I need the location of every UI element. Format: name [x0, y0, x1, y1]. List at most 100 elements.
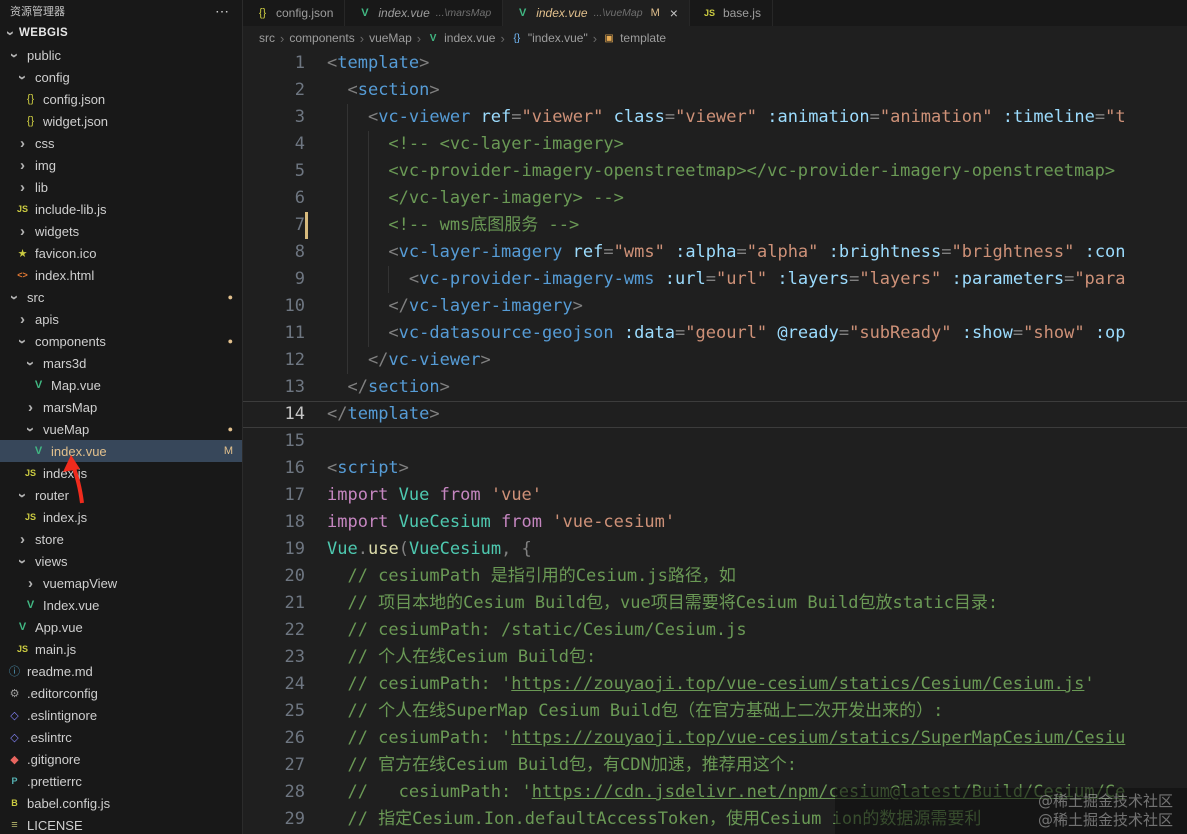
- tree-item-src[interactable]: › src ●: [0, 286, 242, 308]
- explorer-sidebar: 资源管理器 ⋯ › WEBGIS › public › config{} config.…: [0, 0, 243, 834]
- code-line-13[interactable]: 13 </section>: [243, 374, 1187, 401]
- line-content: </template>: [327, 404, 440, 424]
- tree-item-lib[interactable]: › lib: [0, 176, 242, 198]
- tree-item-marsmap[interactable]: › marsMap: [0, 396, 242, 418]
- code-line-8[interactable]: 8 <vc-layer-imagery ref="wms" :alpha="al…: [243, 239, 1187, 266]
- file-label: favicon.ico: [35, 245, 97, 261]
- gutter-spacer: [305, 77, 327, 104]
- chevron-right-icon: ›: [20, 156, 25, 174]
- vue-icon: V: [34, 379, 43, 391]
- tree-item-store[interactable]: › store: [0, 528, 242, 550]
- code-line-14[interactable]: 14 </template>: [243, 401, 1187, 428]
- tree-item-babel-config-js[interactable]: Bbabel.config.js: [0, 792, 242, 814]
- code-line-16[interactable]: 16 <script>: [243, 455, 1187, 482]
- vue-icon: V: [26, 599, 35, 611]
- tree-item-vuemapview[interactable]: › vuemapView: [0, 572, 242, 594]
- tree-item-widget-json[interactable]: {} widget.json: [0, 110, 242, 132]
- code-line-29[interactable]: 29 // 指定Cesium.Ion.defaultAccessToken，使用…: [243, 806, 1187, 833]
- breadcrumb-label: template: [620, 31, 667, 45]
- vue-icon: V: [18, 621, 27, 633]
- tree-item-router[interactable]: › router: [0, 484, 242, 506]
- tree-item-config[interactable]: › config: [0, 66, 242, 88]
- code-line-15[interactable]: 15: [243, 428, 1187, 455]
- tree-item-vuemap[interactable]: › vueMap ●: [0, 418, 242, 440]
- breadcrumb-item-components[interactable]: components: [289, 31, 354, 45]
- tab-base-js[interactable]: JS base.js: [689, 0, 773, 26]
- breadcrumb-item-template[interactable]: ▣ template: [602, 31, 666, 45]
- tree-item-main-js[interactable]: JS main.js: [0, 638, 242, 660]
- code-line-20[interactable]: 20 // cesiumPath 是指引用的Cesium.js路径，如: [243, 563, 1187, 590]
- tree-item-license[interactable]: ≡ LICENSE: [0, 814, 242, 834]
- code-line-7[interactable]: 7 <!-- wms底图服务 -->: [243, 212, 1187, 239]
- tree-item-index-vue[interactable]: V Index.vue: [0, 594, 242, 616]
- gutter-spacer: [305, 320, 327, 347]
- code-line-18[interactable]: 18 import VueCesium from 'vue-cesium': [243, 509, 1187, 536]
- file-label: img: [35, 157, 56, 173]
- tree-item-eslintrc[interactable]: ◇ .eslintrc: [0, 726, 242, 748]
- code-line-2[interactable]: 2 <section>: [243, 77, 1187, 104]
- code-line-22[interactable]: 22 // cesiumPath: /static/Cesium/Cesium.…: [243, 617, 1187, 644]
- file-tree: › public › config{} config.json{} widget.json…: [0, 44, 242, 834]
- tree-item-favicon-ico[interactable]: ★ favicon.ico: [0, 242, 242, 264]
- breadcrumb-item-index-vue[interactable]: Vindex.vue: [426, 31, 496, 45]
- code-line-19[interactable]: 19 Vue.use(VueCesium, {: [243, 536, 1187, 563]
- code-line-23[interactable]: 23 // 个人在线Cesium Build包:: [243, 644, 1187, 671]
- code-line-17[interactable]: 17 import Vue from 'vue': [243, 482, 1187, 509]
- chevron-down-icon: ›: [22, 426, 39, 432]
- workspace-section-header[interactable]: › WEBGIS: [0, 22, 242, 44]
- code-line-4[interactable]: 4 <!-- <vc-layer-imagery>: [243, 131, 1187, 158]
- more-actions-icon[interactable]: ⋯: [215, 3, 230, 20]
- tree-item-index-html[interactable]: <> index.html: [0, 264, 242, 286]
- code-line-27[interactable]: 27 // 官方在线Cesium Build包，有CDN加速，推荐用这个:: [243, 752, 1187, 779]
- code-line-3[interactable]: 3 <vc-viewer ref="viewer" class="viewer"…: [243, 104, 1187, 131]
- code-line-6[interactable]: 6 </vc-layer-imagery> -->: [243, 185, 1187, 212]
- gutter-spacer: [305, 644, 327, 671]
- code-line-12[interactable]: 12 </vc-viewer>: [243, 347, 1187, 374]
- tree-item-prettierrc[interactable]: P .prettierrc: [0, 770, 242, 792]
- tab-index-vue-vuemap[interactable]: Vindex.vue ...\vueMap M ×: [503, 0, 690, 26]
- breadcrumb-item-index-vue[interactable]: {} "index.vue": [510, 31, 587, 45]
- code-line-1[interactable]: 1 <template>: [243, 50, 1187, 77]
- tree-item-index-vue[interactable]: Vindex.vue M: [0, 440, 242, 462]
- code-line-26[interactable]: 26 // cesiumPath: 'https://zouyaoji.top/…: [243, 725, 1187, 752]
- tree-item-config-json[interactable]: {} config.json: [0, 88, 242, 110]
- tree-item-index-js[interactable]: JS index.js: [0, 506, 242, 528]
- file-label: vueMap: [43, 421, 90, 437]
- tab-config-json[interactable]: {} config.json: [243, 0, 346, 26]
- tree-item-public[interactable]: › public: [0, 44, 242, 66]
- tree-item-img[interactable]: › img: [0, 154, 242, 176]
- line-number: 7: [294, 215, 305, 235]
- tab-index-vue-marsmap[interactable]: Vindex.vue ...\marsMap: [345, 0, 504, 26]
- tree-item-widgets[interactable]: › widgets: [0, 220, 242, 242]
- tree-item-gitignore[interactable]: ◆ .gitignore: [0, 748, 242, 770]
- tree-item-views[interactable]: › views: [0, 550, 242, 572]
- symbol-icon: ▣: [604, 32, 614, 44]
- code-editor[interactable]: 1 <template> 2 <section> 3 <vc-viewer ref="…: [243, 50, 1187, 834]
- file-label: Index.vue: [43, 597, 100, 613]
- tree-item-map-vue[interactable]: V Map.vue: [0, 374, 242, 396]
- tree-item-eslintignore[interactable]: ◇ .eslintignore: [0, 704, 242, 726]
- file-label: router: [35, 487, 69, 503]
- tree-item-editorconfig[interactable]: ⚙ .editorconfig: [0, 682, 242, 704]
- code-line-10[interactable]: 10 </vc-layer-imagery>: [243, 293, 1187, 320]
- tree-item-css[interactable]: › css: [0, 132, 242, 154]
- tree-item-readme-md[interactable]: ⓘ readme.md: [0, 660, 242, 682]
- line-number: 14: [284, 404, 305, 424]
- tree-item-index-js[interactable]: JS index.js: [0, 462, 242, 484]
- code-line-24[interactable]: 24 // cesiumPath: 'https://zouyaoji.top/…: [243, 671, 1187, 698]
- breadcrumb-item-vuemap[interactable]: vueMap: [369, 31, 412, 45]
- code-line-9[interactable]: 9 <vc-provider-imagery-wms :url="url" :l…: [243, 266, 1187, 293]
- code-line-28[interactable]: 28 // cesiumPath: 'https://cdn.jsdelivr.…: [243, 779, 1187, 806]
- close-tab-icon[interactable]: ×: [670, 6, 678, 20]
- code-line-21[interactable]: 21 // 项目本地的Cesium Build包，vue项目需要将Cesium …: [243, 590, 1187, 617]
- tree-item-components[interactable]: › components ●: [0, 330, 242, 352]
- code-line-11[interactable]: 11 <vc-datasource-geojson :data="geourl"…: [243, 320, 1187, 347]
- code-line-5[interactable]: 5 <vc-provider-imagery-openstreetmap></v…: [243, 158, 1187, 185]
- tree-item-include-lib-js[interactable]: JS include-lib.js: [0, 198, 242, 220]
- tree-item-mars3d[interactable]: › mars3d: [0, 352, 242, 374]
- chevron-down-icon: ›: [14, 492, 31, 498]
- code-line-25[interactable]: 25 // 个人在线SuperMap Cesium Build包（在官方基础上二…: [243, 698, 1187, 725]
- tree-item-apis[interactable]: › apis: [0, 308, 242, 330]
- breadcrumb-item-src[interactable]: src: [259, 31, 275, 45]
- tree-item-app-vue[interactable]: V App.vue: [0, 616, 242, 638]
